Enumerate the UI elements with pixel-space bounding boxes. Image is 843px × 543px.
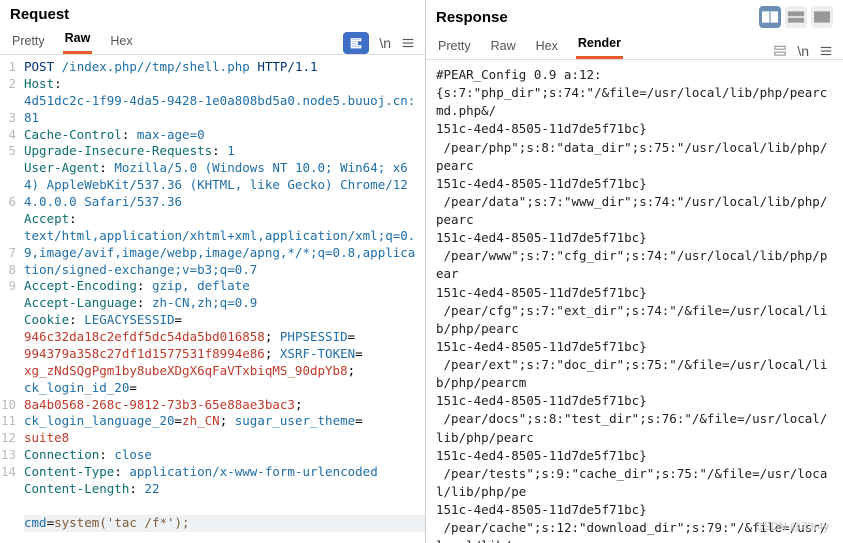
layout-split-vertical-icon[interactable]	[759, 6, 781, 28]
resp-tab-raw[interactable]: Raw	[489, 35, 518, 59]
tab-hex[interactable]: Hex	[108, 30, 134, 54]
response-tabs: Pretty Raw Hex Render \n	[426, 28, 843, 60]
layout-single-icon[interactable]	[811, 6, 833, 28]
response-header: Response	[426, 0, 843, 28]
tab-pretty[interactable]: Pretty	[10, 30, 47, 54]
resp-newline-toggle[interactable]: \n	[797, 43, 809, 59]
request-tabs: Pretty Raw Hex \n	[0, 23, 425, 55]
request-header: Request	[0, 0, 425, 23]
resp-rows-icon[interactable]	[773, 44, 787, 58]
line-gutter: 12 345 6 789 1011121314	[0, 59, 20, 539]
watermark: CSDN @Z3r4y	[755, 521, 829, 533]
newline-toggle[interactable]: \n	[379, 35, 391, 51]
actions-button[interactable]	[343, 32, 369, 54]
hamburger-icon[interactable]	[401, 36, 415, 50]
resp-tab-hex[interactable]: Hex	[534, 35, 560, 59]
request-title: Request	[10, 6, 415, 23]
response-body[interactable]: #PEAR_Config 0.9 a:12: {s:7:"php_dir";s:…	[426, 60, 843, 543]
resp-tab-pretty[interactable]: Pretty	[436, 35, 473, 59]
response-pane: Response Pretty Raw Hex Render \n	[426, 0, 843, 543]
request-editor[interactable]: 12 345 6 789 1011121314 POST /index.php/…	[0, 55, 425, 543]
tab-raw[interactable]: Raw	[63, 27, 93, 54]
resp-hamburger-icon[interactable]	[819, 44, 833, 58]
resp-tab-render[interactable]: Render	[576, 32, 623, 59]
response-title: Response	[436, 9, 759, 26]
layout-split-horizontal-icon[interactable]	[785, 6, 807, 28]
request-pane: Request Pretty Raw Hex \n 12 345 6 789 1…	[0, 0, 426, 543]
